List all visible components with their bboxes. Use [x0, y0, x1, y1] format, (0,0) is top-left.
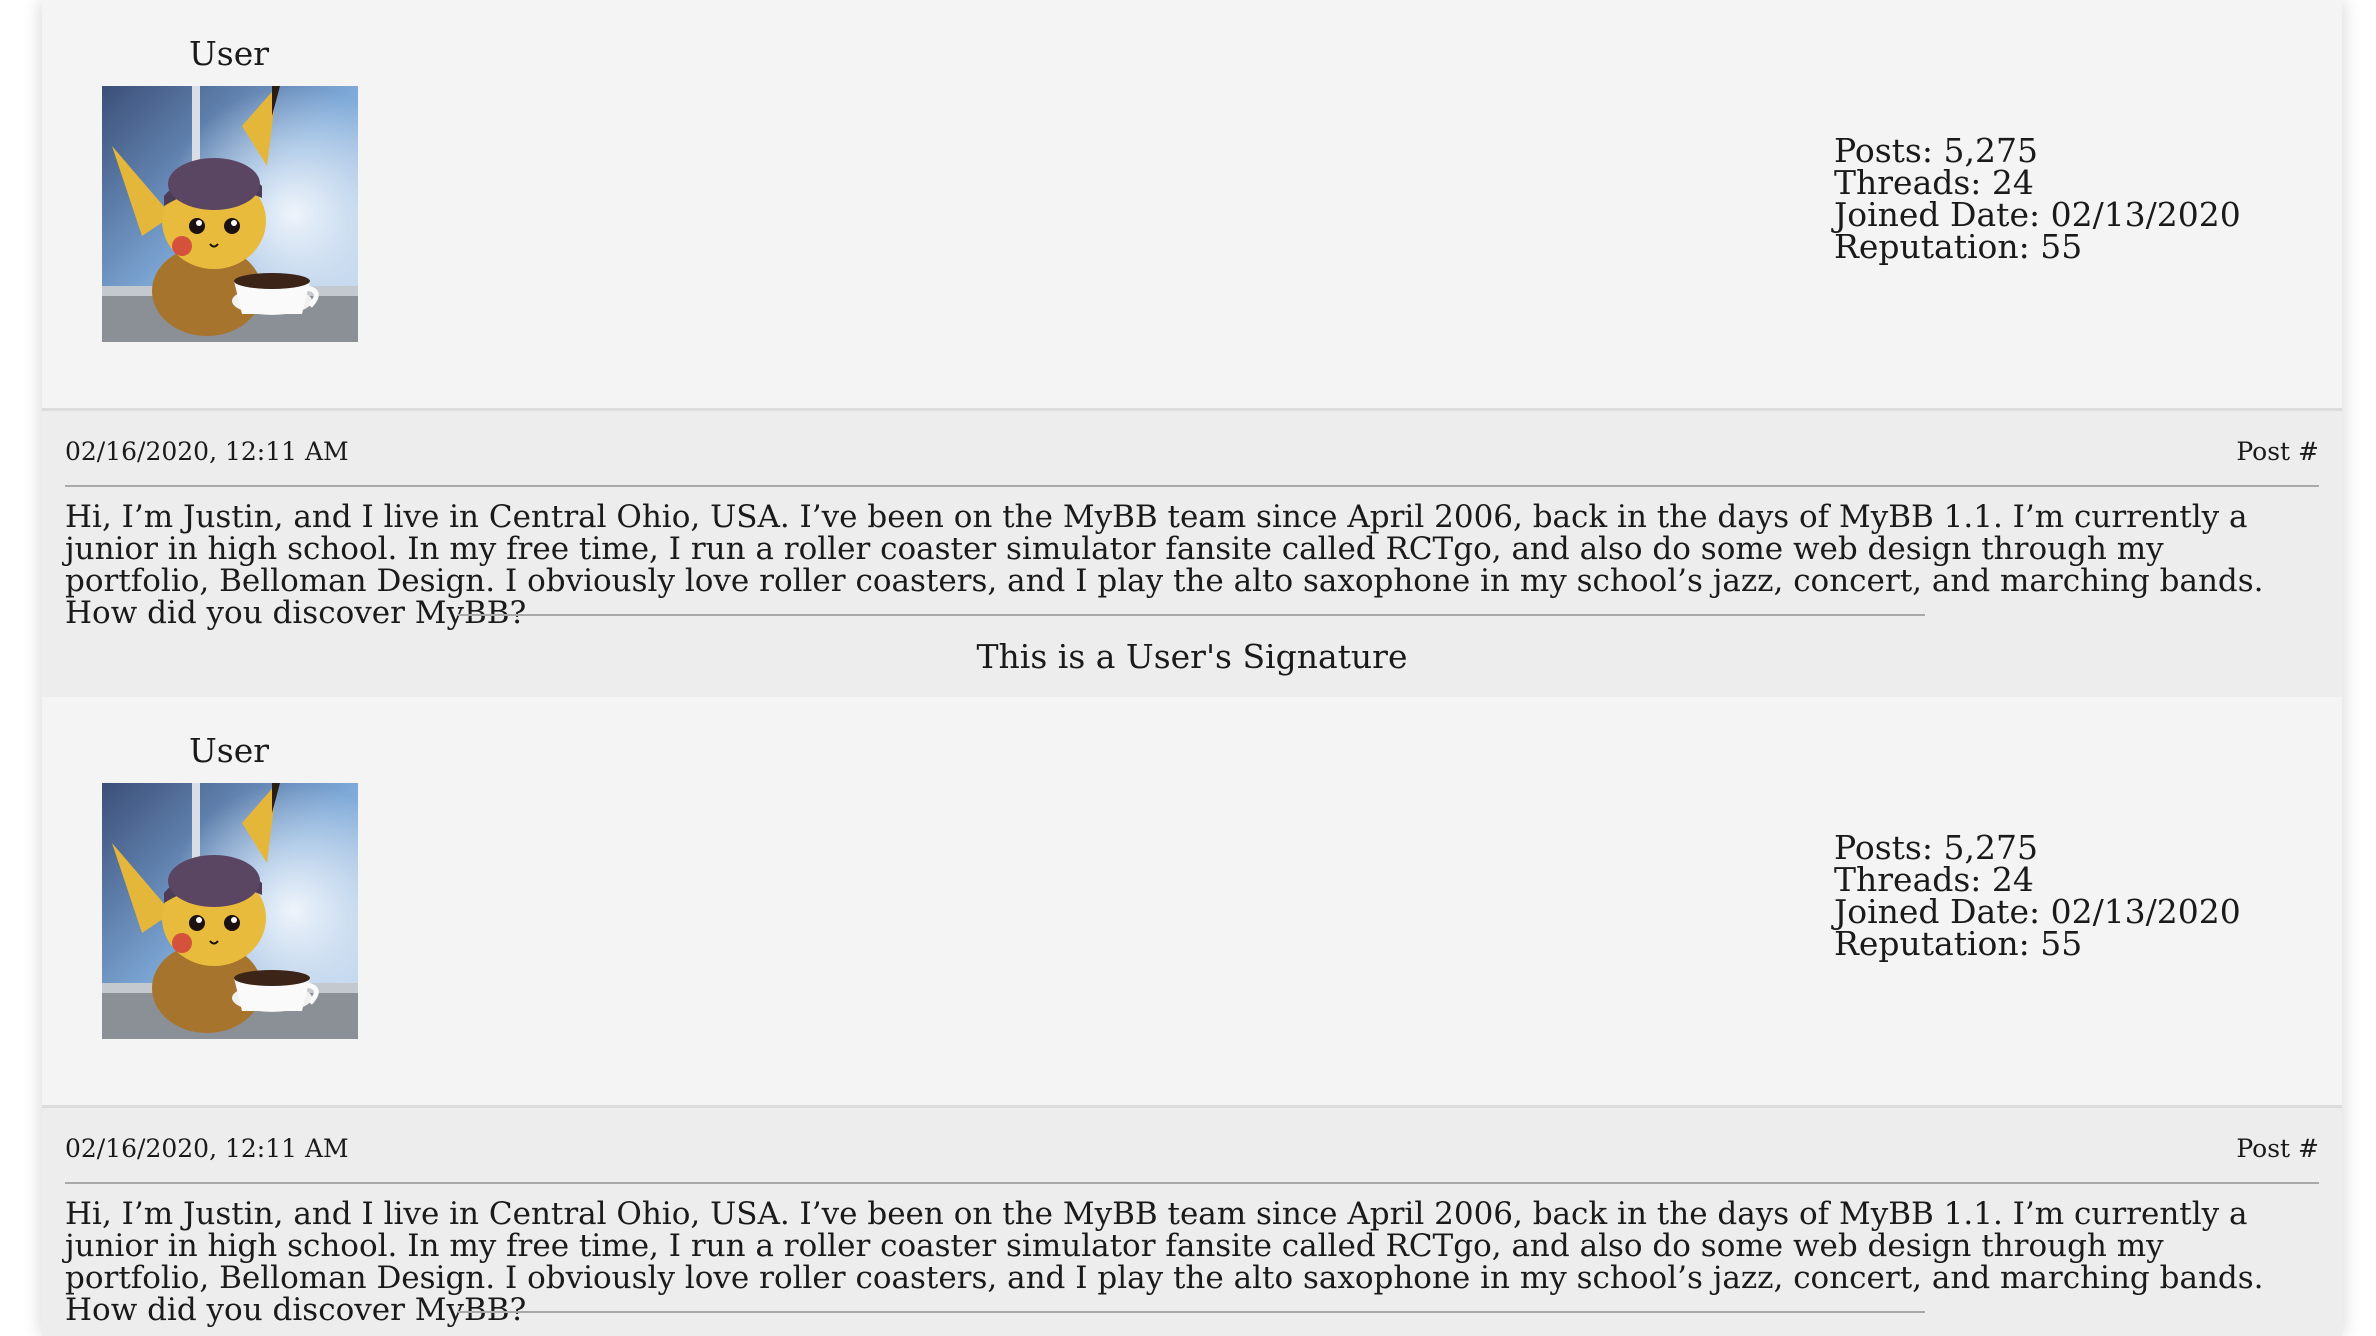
post-content: 02/16/2020, 12:11 AM Post # Hi, I’m Just…	[42, 408, 2342, 697]
post-date: 02/16/2020, 12:11 AM	[65, 437, 349, 466]
post-meta-bar: 02/16/2020, 12:11 AM Post #	[65, 1126, 2319, 1184]
post: User Posts: 5,275 Threads: 24 Joined Dat…	[42, 0, 2342, 697]
post-date: 02/16/2020, 12:11 AM	[65, 1134, 349, 1163]
user-signature: This is a User's Signature	[976, 637, 1408, 676]
pikachu-avatar-image	[102, 86, 358, 342]
post-content: 02/16/2020, 12:11 AM Post # Hi, I’m Just…	[42, 1105, 2342, 1336]
post-body: Hi, I’m Justin, and I live in Central Oh…	[65, 1196, 2264, 1328]
user-stats: Posts: 5,275 Threads: 24 Joined Date: 02…	[1834, 134, 2241, 266]
post-author-panel: User Posts: 5,275 Threads: 24 Joined Dat…	[42, 697, 2342, 1105]
stat-reputation: Reputation: 55	[1834, 227, 2083, 266]
post-number-link[interactable]: Post #	[2236, 437, 2319, 466]
pikachu-avatar-image	[102, 783, 358, 1039]
avatar[interactable]	[102, 86, 358, 342]
avatar[interactable]	[102, 783, 358, 1039]
post-number-link[interactable]: Post #	[2236, 1134, 2319, 1163]
post-meta-bar: 02/16/2020, 12:11 AM Post #	[65, 429, 2319, 487]
thread-page: User Posts: 5,275 Threads: 24 Joined Dat…	[42, 0, 2342, 1336]
post-author-panel: User Posts: 5,275 Threads: 24 Joined Dat…	[42, 0, 2342, 408]
username-link[interactable]: User	[189, 730, 269, 772]
user-stats: Posts: 5,275 Threads: 24 Joined Date: 02…	[1834, 831, 2241, 963]
post-body: Hi, I’m Justin, and I live in Central Oh…	[65, 499, 2264, 631]
username-link[interactable]: User	[189, 33, 269, 75]
signature-divider	[458, 1311, 1925, 1313]
stat-reputation: Reputation: 55	[1834, 924, 2083, 963]
signature-divider	[458, 614, 1925, 616]
post: User Posts: 5,275 Threads: 24 Joined Dat…	[42, 697, 2342, 1336]
